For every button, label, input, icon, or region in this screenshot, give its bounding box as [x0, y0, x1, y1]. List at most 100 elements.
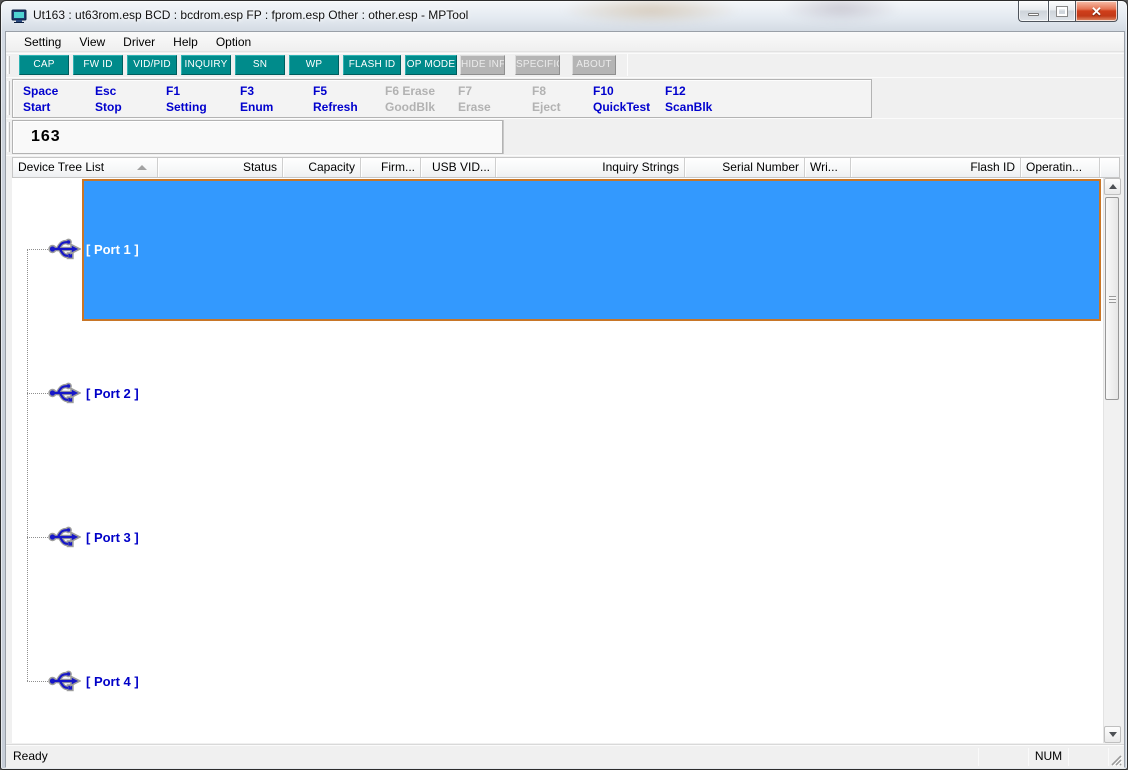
- toolbar-flashid-button[interactable]: FLASH ID: [343, 55, 401, 75]
- hotkey-f1-setting[interactable]: F1Setting: [166, 83, 207, 115]
- toolbar-grip[interactable]: [7, 56, 10, 74]
- hotkey-action: GoodBlk: [385, 99, 435, 115]
- scroll-up-button[interactable]: [1104, 178, 1121, 195]
- menu-bar: Setting View Driver Help Option: [6, 32, 1124, 52]
- selected-row-highlight[interactable]: [82, 179, 1101, 321]
- hotkey-key: F12: [665, 83, 712, 99]
- device-count-value: 163: [31, 128, 61, 146]
- menu-driver[interactable]: Driver: [114, 33, 164, 51]
- tree-line: [27, 537, 50, 538]
- counter-band-grip[interactable]: [7, 122, 10, 152]
- toolbar-cap-button[interactable]: CAP: [19, 55, 69, 75]
- column-capacity[interactable]: Capacity: [283, 158, 361, 177]
- hotkey-key: F5: [313, 83, 358, 99]
- list-header: Device Tree List Status Capacity Firm...…: [12, 157, 1120, 178]
- hotkey-action: Refresh: [313, 99, 358, 115]
- aero-glass-reflection: [781, 1, 901, 23]
- tree-line: [27, 249, 50, 250]
- tree-line: [27, 681, 50, 682]
- usb-icon: [48, 237, 81, 261]
- hotkey-esc-stop[interactable]: EscStop: [95, 83, 122, 115]
- toolbar-about-button: ABOUT: [572, 55, 616, 75]
- hotkey-f5-refresh[interactable]: F5Refresh: [313, 83, 358, 115]
- hotkey-band-grip[interactable]: [7, 81, 10, 115]
- column-serial-number[interactable]: Serial Number: [685, 158, 805, 177]
- window-title: Ut163 : ut63rom.esp BCD : bcdrom.esp FP …: [33, 8, 468, 22]
- column-write[interactable]: Wri...: [805, 158, 851, 177]
- arrow-up-icon: [1109, 184, 1117, 189]
- column-operating[interactable]: Operatin...: [1021, 158, 1100, 177]
- aero-glass-reflection: [561, 1, 741, 25]
- band-separator: [503, 120, 504, 154]
- num-lock-indicator: NUM: [1030, 749, 1067, 763]
- hotkey-key: F7: [458, 83, 491, 99]
- hotkey-space-start[interactable]: SpaceStart: [23, 83, 58, 115]
- hotkey-action: Eject: [532, 99, 561, 115]
- sort-ascending-icon: [137, 165, 147, 170]
- tree-item-port-1[interactable]: [ Port 1 ]: [86, 242, 139, 257]
- tree-item-port-4[interactable]: [ Port 4 ]: [86, 674, 139, 689]
- hotkey-f8-eject: F8Eject: [532, 83, 561, 115]
- hotkey-panel: SpaceStart EscStop F1Setting F3Enum F5Re…: [12, 79, 872, 118]
- tree-line: [27, 249, 28, 681]
- column-status[interactable]: Status: [158, 158, 283, 177]
- hotkey-f12-scanblk[interactable]: F12ScanBlk: [665, 83, 712, 115]
- minimize-icon: [1028, 13, 1039, 16]
- minimize-button[interactable]: [1018, 1, 1048, 22]
- hotkey-action: Erase: [458, 99, 491, 115]
- hotkey-action: Enum: [240, 99, 273, 115]
- resize-grip[interactable]: [1108, 752, 1122, 766]
- toolbar-inquiry-button[interactable]: INQUIRY: [181, 55, 231, 75]
- hotkey-action: ScanBlk: [665, 99, 712, 115]
- app-window: Ut163 : ut63rom.esp BCD : bcdrom.esp FP …: [0, 0, 1128, 770]
- caption-buttons: ✕: [1018, 1, 1118, 23]
- maximize-icon: [1057, 7, 1067, 16]
- toolbar-sn-button[interactable]: SN: [235, 55, 285, 75]
- status-message: Ready: [13, 749, 48, 763]
- hotkey-action: QuickTest: [593, 99, 650, 115]
- band-separator: [6, 155, 1124, 156]
- menu-setting[interactable]: Setting: [15, 33, 70, 51]
- hotkey-key: Space: [23, 83, 58, 99]
- hotkey-f6-goodblk: F6 EraseGoodBlk: [385, 83, 435, 115]
- arrow-down-icon: [1109, 732, 1117, 737]
- band-separator: [6, 77, 1124, 78]
- column-usb-vid[interactable]: USB VID...: [421, 158, 496, 177]
- toolbar-specific-button: SPECIFIC: [515, 55, 560, 75]
- menu-option[interactable]: Option: [207, 33, 260, 51]
- menu-help[interactable]: Help: [164, 33, 207, 51]
- menu-view[interactable]: View: [70, 33, 114, 51]
- column-flash-id[interactable]: Flash ID: [851, 158, 1021, 177]
- vertical-scrollbar[interactable]: [1103, 178, 1120, 743]
- hotkey-f10-quicktest[interactable]: F10QuickTest: [593, 83, 650, 115]
- hotkey-key: F8: [532, 83, 561, 99]
- toolbar-wp-button[interactable]: WP: [289, 55, 339, 75]
- toolbar-band-edge: [627, 54, 628, 76]
- usb-icon: [48, 669, 81, 693]
- hotkey-key: F6 Erase: [385, 83, 435, 99]
- close-button[interactable]: ✕: [1076, 1, 1118, 22]
- app-icon[interactable]: [11, 8, 27, 24]
- hotkey-action: Setting: [166, 99, 207, 115]
- hotkey-f3-enum[interactable]: F3Enum: [240, 83, 273, 115]
- toolbar-vidpid-button[interactable]: VID/PID: [127, 55, 177, 75]
- statusbar-separator: [1068, 748, 1069, 766]
- hotkey-key: F3: [240, 83, 273, 99]
- statusbar-separator: [978, 748, 979, 766]
- column-device-tree-list[interactable]: Device Tree List: [13, 158, 158, 177]
- maximize-button[interactable]: [1048, 1, 1076, 22]
- tree-item-port-2[interactable]: [ Port 2 ]: [86, 386, 139, 401]
- tree-item-port-3[interactable]: [ Port 3 ]: [86, 530, 139, 545]
- statusbar-separator: [1028, 748, 1029, 766]
- title-bar[interactable]: Ut163 : ut63rom.esp BCD : bcdrom.esp FP …: [1, 1, 1127, 31]
- close-icon: ✕: [1091, 5, 1102, 18]
- hotkey-action: Stop: [95, 99, 122, 115]
- toolbar-fwid-button[interactable]: FW ID: [73, 55, 123, 75]
- hotkey-key: Esc: [95, 83, 122, 99]
- scrollbar-thumb[interactable]: [1105, 197, 1119, 400]
- scroll-down-button[interactable]: [1104, 726, 1121, 743]
- toolbar-opmode-button[interactable]: OP MODE: [405, 55, 457, 75]
- hotkey-action: Start: [23, 99, 58, 115]
- column-inquiry-strings[interactable]: Inquiry Strings: [496, 158, 685, 177]
- column-firmware[interactable]: Firm...: [361, 158, 421, 177]
